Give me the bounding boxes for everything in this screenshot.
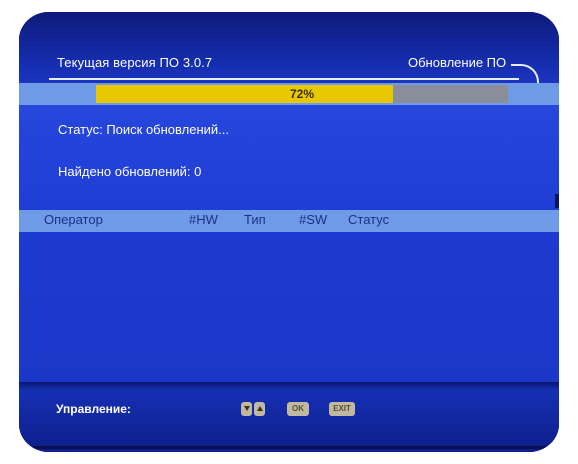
column-header-hw: #HW [189, 212, 218, 227]
status-panel [19, 105, 559, 205]
screen-title: Обновление ПО [408, 55, 507, 70]
status-text: Статус: Поиск обновлений... [58, 122, 229, 137]
footer [19, 390, 559, 452]
tv-frame: Текущая версия ПО 3.0.7 Обновление ПО 72… [19, 12, 559, 452]
arrow-up-button[interactable] [254, 402, 265, 416]
exit-button[interactable]: EXIT [329, 402, 355, 416]
panel-edge-marker [555, 194, 559, 208]
arrow-down-button[interactable] [241, 402, 252, 416]
footer-bottom-line [19, 446, 559, 449]
controls-label: Управление: [56, 402, 131, 416]
found-updates-text: Найдено обновлений: 0 [58, 164, 202, 179]
update-list[interactable] [19, 232, 559, 382]
header-divider [49, 78, 519, 80]
progress-percent-label: 72% [289, 87, 315, 101]
current-version-text: Текущая версия ПО 3.0.7 [57, 55, 213, 70]
footer-separator [19, 382, 559, 390]
arrow-down-icon [243, 406, 250, 411]
column-header-status: Статус [348, 212, 390, 227]
column-header-type: Тип [244, 212, 266, 227]
update-screen: Текущая версия ПО 3.0.7 Обновление ПО 72… [19, 12, 559, 452]
arrow-up-icon [256, 406, 263, 411]
progress-bar: 72% [96, 85, 508, 103]
column-header-operator: Оператор [44, 212, 103, 227]
header [19, 12, 559, 84]
ok-button[interactable]: OK [287, 402, 309, 416]
column-header-sw: #SW [299, 212, 328, 227]
